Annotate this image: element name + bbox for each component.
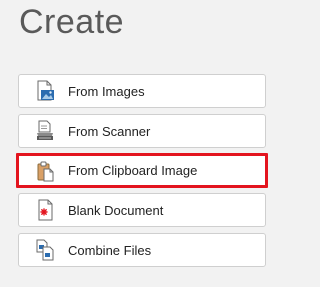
blank-document-label: Blank Document <box>68 202 164 218</box>
page-title: Create <box>19 3 125 41</box>
from-images-label: From Images <box>68 83 145 99</box>
image-file-icon <box>34 80 56 102</box>
combine-files-icon <box>34 239 56 261</box>
from-scanner-button[interactable]: From Scanner <box>18 114 266 148</box>
from-scanner-label: From Scanner <box>68 123 151 139</box>
create-menu: From Images From Scanner From Clipboard <box>16 74 268 273</box>
combine-files-label: Combine Files <box>68 242 152 258</box>
blank-document-icon <box>34 199 56 221</box>
scanner-icon <box>34 120 56 142</box>
clipboard-icon <box>34 160 56 182</box>
blank-document-button[interactable]: Blank Document <box>18 193 266 227</box>
from-clipboard-image-button[interactable]: From Clipboard Image <box>16 153 268 188</box>
from-images-button[interactable]: From Images <box>18 74 266 108</box>
combine-files-button[interactable]: Combine Files <box>18 233 266 267</box>
from-clipboard-image-label: From Clipboard Image <box>68 163 198 178</box>
